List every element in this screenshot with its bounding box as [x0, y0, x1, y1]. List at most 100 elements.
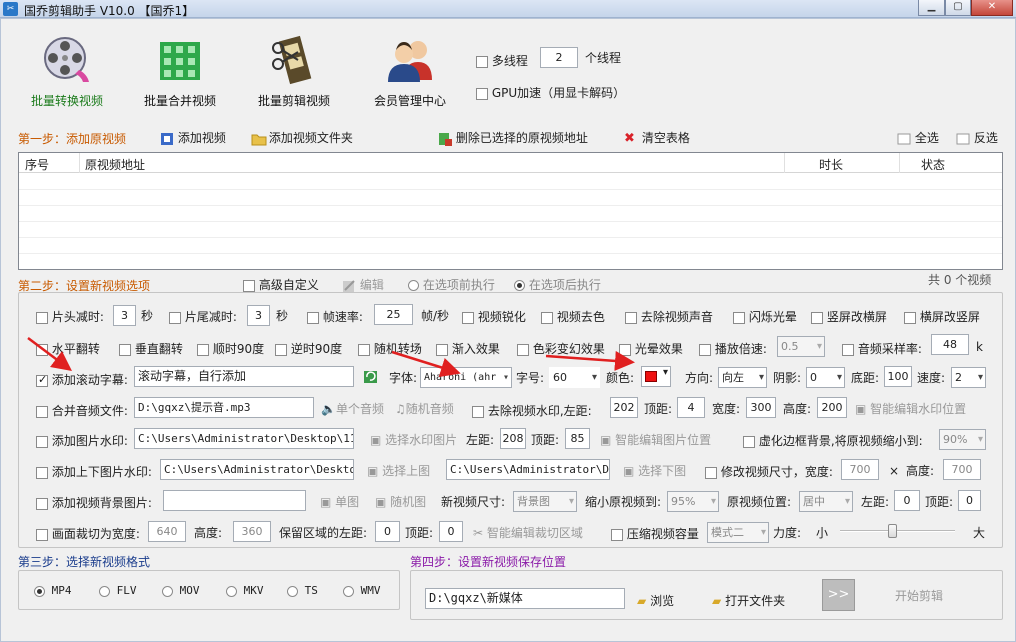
clear-table-button[interactable]: ✖ 清空表格 — [624, 129, 690, 146]
bg-image-path-input[interactable] — [163, 490, 306, 511]
delete-selected-button[interactable]: 删除已选择的原视频地址 — [438, 129, 588, 146]
wm-height-input[interactable]: 200 — [817, 397, 847, 418]
tb-watermark-checkbox[interactable] — [36, 466, 48, 479]
direction-select[interactable]: 向左 — [718, 367, 767, 388]
remove-watermark-checkbox[interactable] — [472, 405, 484, 418]
img-watermark-option[interactable]: 添加图片水印: — [36, 432, 128, 449]
format-radio-mov[interactable] — [162, 585, 173, 597]
random-audio-button[interactable]: ♫随机音频 — [395, 402, 454, 416]
column-header-status[interactable]: 状态 — [921, 156, 945, 173]
keep-left-input[interactable]: 0 — [375, 521, 400, 542]
resize-width-input[interactable]: 700 — [841, 459, 879, 480]
speed-select[interactable]: 0.5 — [777, 336, 825, 357]
ccw90-option[interactable]: 逆时90度 — [275, 340, 342, 357]
remove-audio-option[interactable]: 去除视频声音 — [625, 308, 713, 325]
fps-checkbox[interactable] — [307, 311, 319, 324]
color-change-checkbox[interactable] — [517, 343, 529, 356]
wm-left-input[interactable]: 202 — [610, 397, 638, 418]
h2v-option[interactable]: 横屏改竖屏 — [904, 308, 980, 325]
color-change-option[interactable]: 色彩变幻效果 — [517, 340, 605, 357]
choose-bottom-image-button[interactable]: ▣ 选择下图 — [623, 464, 686, 478]
remove-audio-checkbox[interactable] — [625, 311, 637, 324]
close-button[interactable]: ✕ — [971, 0, 1013, 16]
format-option-mov[interactable]: MOV — [162, 584, 200, 597]
run-button[interactable]: >> — [822, 579, 855, 611]
img-top-input[interactable]: 85 — [565, 428, 590, 449]
halo-option[interactable]: 光晕效果 — [619, 340, 683, 357]
bg-top-input[interactable]: 0 — [958, 490, 981, 511]
advanced-custom-checkbox[interactable] — [243, 279, 255, 292]
resize-option[interactable]: 修改视频尺寸，宽度: — [705, 463, 833, 480]
sample-rate-input[interactable]: 48 — [931, 334, 969, 355]
cw90-option[interactable]: 顺时90度 — [197, 340, 264, 357]
compress-option[interactable]: 压缩视频容量 — [611, 525, 699, 542]
random-image-button[interactable]: ▣ 随机图 — [375, 495, 426, 509]
fps-input[interactable]: 25 — [374, 304, 413, 325]
merge-audio-option[interactable]: 合并音频文件: — [36, 402, 128, 419]
compress-checkbox[interactable] — [611, 528, 623, 541]
bg-left-input[interactable]: 0 — [894, 490, 920, 511]
tail-cut-option[interactable]: 片尾减时: — [169, 308, 237, 325]
crop-height-input[interactable]: 360 — [233, 521, 271, 542]
head-cut-input[interactable]: 3 — [113, 305, 136, 326]
sample-rate-option[interactable]: 音频采样率: — [842, 340, 922, 357]
format-radio-flv[interactable] — [99, 585, 110, 597]
column-header-duration[interactable]: 时长 — [819, 156, 843, 173]
hflip-checkbox[interactable] — [36, 343, 48, 356]
column-header-index[interactable]: 序号 — [25, 156, 49, 173]
flash-option[interactable]: 闪烁光晕 — [733, 308, 797, 325]
refresh-icon[interactable] — [363, 370, 377, 384]
smart-watermark-button[interactable]: ▣ 智能编辑水印位置 — [855, 402, 966, 416]
v2h-option[interactable]: 竖屏改横屏 — [811, 308, 887, 325]
bottom-image-path-input[interactable]: C:\Users\Administrator\Desk — [446, 459, 610, 480]
img-path-input[interactable]: C:\Users\Administrator\Desktop\111.j — [134, 428, 354, 449]
multithread-option[interactable]: 多线程 — [476, 52, 528, 69]
tail-cut-checkbox[interactable] — [169, 311, 181, 324]
h2v-checkbox[interactable] — [904, 311, 916, 324]
format-option-wmv[interactable]: WMV — [343, 584, 381, 597]
keep-top-input[interactable]: 0 — [439, 521, 463, 542]
toolbar-member-center[interactable]: 会员管理中心 — [360, 34, 460, 109]
audio-path-input[interactable]: D:\gqxz\提示音.mp3 — [134, 397, 314, 418]
scroll-sub-checkbox[interactable] — [36, 373, 48, 387]
head-cut-checkbox[interactable] — [36, 311, 48, 324]
format-option-mp4[interactable]: MP4 — [34, 584, 72, 597]
slider-thumb[interactable] — [888, 524, 897, 538]
vflip-checkbox[interactable] — [119, 343, 131, 356]
add-video-button[interactable]: 添加视频 — [160, 129, 226, 146]
shrink-select[interactable]: 95% — [667, 491, 719, 512]
random-transition-checkbox[interactable] — [358, 343, 370, 356]
head-cut-option[interactable]: 片头减时: — [36, 308, 104, 325]
gpu-option[interactable]: GPU加速（用显卡解码） — [476, 84, 625, 101]
wm-width-input[interactable]: 300 — [746, 397, 776, 418]
start-edit-button[interactable]: 开始剪辑 — [895, 589, 943, 603]
position-select[interactable]: 居中 — [799, 491, 853, 512]
sample-rate-checkbox[interactable] — [842, 343, 854, 356]
img-left-input[interactable]: 208 — [500, 428, 526, 449]
cw90-checkbox[interactable] — [197, 343, 209, 356]
decolor-checkbox[interactable] — [541, 311, 553, 324]
save-path-input[interactable]: D:\gqxz\新媒体 — [425, 588, 625, 609]
shadow-select[interactable]: 0 — [806, 367, 845, 388]
thread-count-input[interactable]: 2 — [540, 47, 578, 68]
exec-before-option[interactable]: 在选项前执行 — [408, 276, 495, 293]
speed-option[interactable]: 播放倍速: — [699, 340, 767, 357]
compress-mode-select[interactable]: 模式二 — [707, 522, 769, 543]
new-size-select[interactable]: 背景图 — [513, 491, 577, 512]
browse-button[interactable]: ▰ 浏览 — [637, 592, 674, 609]
single-audio-button[interactable]: 🔈单个音频 — [321, 402, 384, 416]
crop-width-input[interactable]: 640 — [148, 521, 186, 542]
smart-image-position-button[interactable]: ▣ 智能编辑图片位置 — [600, 433, 711, 447]
random-transition-option[interactable]: 随机转场 — [358, 340, 422, 357]
video-table[interactable]: 序号 原视频地址 时长 状态 — [18, 152, 1003, 270]
resize-height-input[interactable]: 700 — [943, 459, 981, 480]
toolbar-batch-convert[interactable]: 批量转换视频 — [17, 34, 117, 109]
fade-in-option[interactable]: 渐入效果 — [436, 340, 500, 357]
open-folder-button[interactable]: ▰ 打开文件夹 — [712, 592, 785, 609]
tb-watermark-option[interactable]: 添加上下图片水印: — [36, 463, 152, 480]
blur-bg-option[interactable]: 虚化边框背景,将原视频缩小到: — [743, 432, 923, 449]
sharpen-option[interactable]: 视频锐化 — [462, 308, 526, 325]
blur-scale-select[interactable]: 90% — [939, 429, 986, 450]
remove-watermark-option[interactable]: 去除视频水印,左距: — [472, 402, 592, 419]
toolbar-batch-edit[interactable]: 批量剪辑视频 — [244, 34, 344, 109]
